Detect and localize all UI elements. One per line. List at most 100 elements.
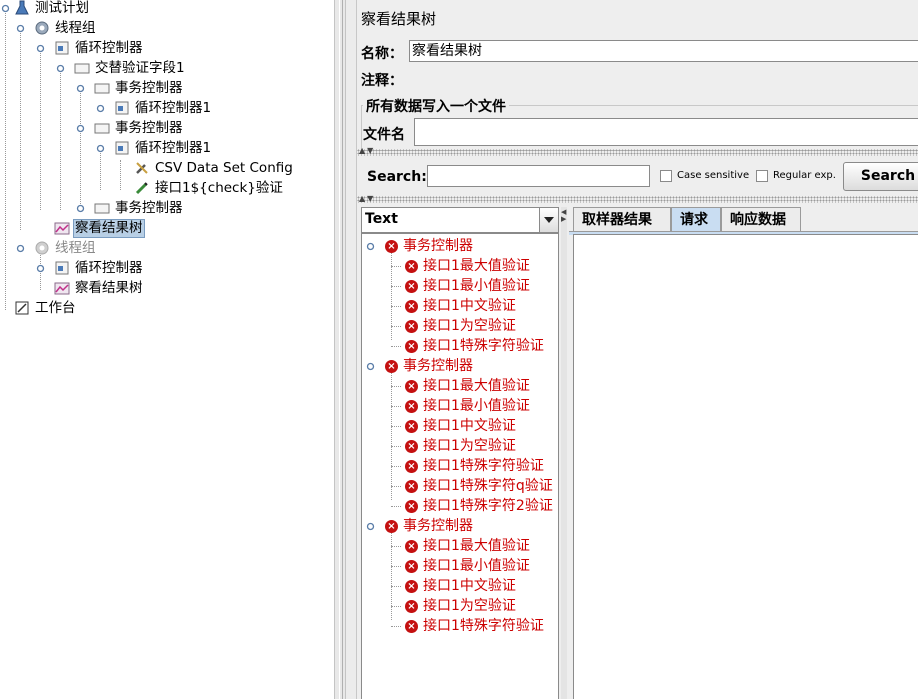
- tab-request[interactable]: 请求: [671, 207, 721, 231]
- tree-label: 事务控制器: [115, 120, 183, 136]
- result-sample-label: 接口1为空验证: [423, 598, 516, 614]
- expand-knob-icon[interactable]: [16, 244, 25, 253]
- result-sample-node[interactable]: × 接口1中文验证: [362, 296, 558, 316]
- expand-knob-icon[interactable]: [76, 84, 85, 93]
- test-plan-tree[interactable]: 测试计划 线程组 循环控制器 交替验证字段1 事务控制器 循环控制器1 事务控制…: [0, 0, 334, 699]
- tree-node-transaction-controller[interactable]: 事务控制器: [0, 118, 320, 138]
- expand-knob-icon[interactable]: [56, 64, 65, 73]
- result-sample-label: 接口1为空验证: [423, 318, 516, 334]
- result-sample-node[interactable]: × 接口1最大值验证: [362, 536, 558, 556]
- tree-label: 事务控制器: [115, 80, 183, 96]
- name-label: 名称：: [361, 46, 403, 62]
- tree-node-workbench[interactable]: 工作台: [0, 298, 320, 318]
- expand-knob-icon[interactable]: [366, 362, 375, 371]
- expand-knob-icon[interactable]: [76, 124, 85, 133]
- renderer-selected-value: Text: [365, 211, 398, 227]
- controller-icon: [94, 83, 110, 94]
- tree-label: CSV Data Set Config: [155, 160, 293, 176]
- collapse-knob-icon[interactable]: [76, 204, 85, 213]
- result-group-node[interactable]: × 事务控制器: [362, 516, 558, 536]
- tab-sampler-result[interactable]: 取样器结果: [573, 207, 671, 231]
- splitter-grip[interactable]: [357, 196, 918, 203]
- splitter-grip[interactable]: [357, 149, 918, 156]
- dropdown-button[interactable]: [539, 208, 558, 232]
- results-list: × 事务控制器 × 接口1最大值验证 × 接口1最小值验证 × 接口1中文验证 × 接口1为空验证…: [362, 234, 558, 699]
- tree-node-thread-group[interactable]: 线程组: [0, 18, 320, 38]
- tree-node-loop-controller[interactable]: 循环控制器1: [0, 138, 320, 158]
- tree-label: 察看结果树: [73, 219, 145, 238]
- tree-node-transaction-controller[interactable]: 事务控制器: [0, 78, 320, 98]
- collapse-knob-icon[interactable]: [96, 104, 105, 113]
- expand-knob-icon[interactable]: [36, 44, 45, 53]
- error-icon: ×: [405, 400, 418, 413]
- error-icon: ×: [405, 320, 418, 333]
- expand-knob-icon[interactable]: [16, 24, 25, 33]
- search-button[interactable]: Search: [843, 162, 918, 191]
- split-pane-divider[interactable]: [334, 0, 346, 699]
- tree-node-loop-controller[interactable]: 循环控制器: [0, 258, 320, 278]
- tree-node-test-plan[interactable]: 测试计划: [0, 0, 320, 18]
- result-sample-node[interactable]: × 接口1特殊字符验证: [362, 616, 558, 636]
- tree-node-alternate-controller[interactable]: 交替验证字段1: [0, 58, 320, 78]
- result-group-node[interactable]: × 事务控制器: [362, 356, 558, 376]
- tree-node-loop-controller[interactable]: 循环控制器1: [0, 98, 320, 118]
- result-sample-node[interactable]: × 接口1最大值验证: [362, 376, 558, 396]
- results-split-divider[interactable]: ◀ ▶: [561, 207, 567, 699]
- filename-label: 文件名: [363, 127, 405, 143]
- loop-controller-icon: [55, 261, 69, 275]
- panel-title: 察看结果树: [361, 10, 437, 28]
- result-sample-node[interactable]: × 接口1为空验证: [362, 436, 558, 456]
- sample-results-tree[interactable]: × 事务控制器 × 接口1最大值验证 × 接口1最小值验证 × 接口1中文验证 × 接口1为空验证…: [361, 233, 559, 699]
- tree-node-view-results-tree[interactable]: 察看结果树: [0, 278, 320, 298]
- chevron-down-icon: [544, 217, 554, 223]
- regex-checkbox[interactable]: [756, 170, 768, 182]
- tree-node-thread-group-disabled[interactable]: 线程组: [0, 238, 320, 258]
- error-icon: ×: [405, 380, 418, 393]
- result-sample-label: 接口1特殊字符q验证: [423, 478, 553, 494]
- renderer-select[interactable]: Text: [361, 207, 559, 233]
- gear-icon: [35, 21, 49, 35]
- name-field[interactable]: 察看结果树: [409, 40, 918, 62]
- result-sample-label: 接口1最小值验证: [423, 278, 530, 294]
- result-sample-node[interactable]: × 接口1特殊字符q验证: [362, 476, 558, 496]
- result-sample-node[interactable]: × 接口1中文验证: [362, 576, 558, 596]
- result-sample-node[interactable]: × 接口1中文验证: [362, 416, 558, 436]
- comment-field[interactable]: [409, 66, 918, 88]
- result-sample-node[interactable]: × 接口1特殊字符验证: [362, 456, 558, 476]
- tree-label: 循环控制器: [75, 40, 143, 56]
- error-icon: ×: [405, 500, 418, 513]
- tab-response-data[interactable]: 响应数据: [721, 207, 801, 231]
- expand-knob-icon[interactable]: [1, 4, 10, 13]
- result-sample-node[interactable]: × 接口1最小值验证: [362, 396, 558, 416]
- result-sample-node[interactable]: × 接口1特殊字符2验证: [362, 496, 558, 516]
- result-sample-node[interactable]: × 接口1最小值验证: [362, 556, 558, 576]
- workbench-icon: [15, 301, 29, 315]
- search-input[interactable]: [427, 165, 650, 187]
- expand-knob-icon[interactable]: [366, 242, 375, 251]
- result-group-node[interactable]: × 事务控制器: [362, 236, 558, 256]
- tree-node-csv-config[interactable]: CSV Data Set Config: [0, 158, 320, 178]
- result-sample-node[interactable]: × 接口1为空验证: [362, 596, 558, 616]
- result-sample-node[interactable]: × 接口1最小值验证: [362, 276, 558, 296]
- result-sample-node[interactable]: × 接口1最大值验证: [362, 256, 558, 276]
- file-legend: 所有数据写入一个文件: [363, 96, 509, 116]
- request-detail-pane[interactable]: [573, 234, 918, 699]
- collapse-arrows-icon[interactable]: ▲▼: [359, 195, 375, 203]
- result-sample-node[interactable]: × 接口1特殊字符验证: [362, 336, 558, 356]
- expand-knob-icon[interactable]: [366, 522, 375, 531]
- result-sample-label: 接口1中文验证: [423, 298, 516, 314]
- tree-node-view-results-tree[interactable]: 察看结果树: [0, 218, 320, 238]
- result-sample-label: 接口1特殊字符2验证: [423, 498, 553, 514]
- tree-node-loop-controller[interactable]: 循环控制器: [0, 38, 320, 58]
- collapse-knob-icon[interactable]: [36, 264, 45, 273]
- tree-label: 察看结果树: [75, 280, 143, 296]
- case-sensitive-checkbox[interactable]: [660, 170, 672, 182]
- tree-node-transaction-controller[interactable]: 事务控制器: [0, 198, 320, 218]
- result-group-label: 事务控制器: [403, 518, 473, 534]
- collapse-arrows-icon[interactable]: ▲▼: [359, 147, 375, 155]
- tree-node-http-sampler[interactable]: 接口1${check}验证: [0, 178, 320, 198]
- filename-field[interactable]: [414, 118, 918, 146]
- result-sample-label: 接口1特殊字符验证: [423, 458, 544, 474]
- expand-knob-icon[interactable]: [96, 144, 105, 153]
- result-sample-node[interactable]: × 接口1为空验证: [362, 316, 558, 336]
